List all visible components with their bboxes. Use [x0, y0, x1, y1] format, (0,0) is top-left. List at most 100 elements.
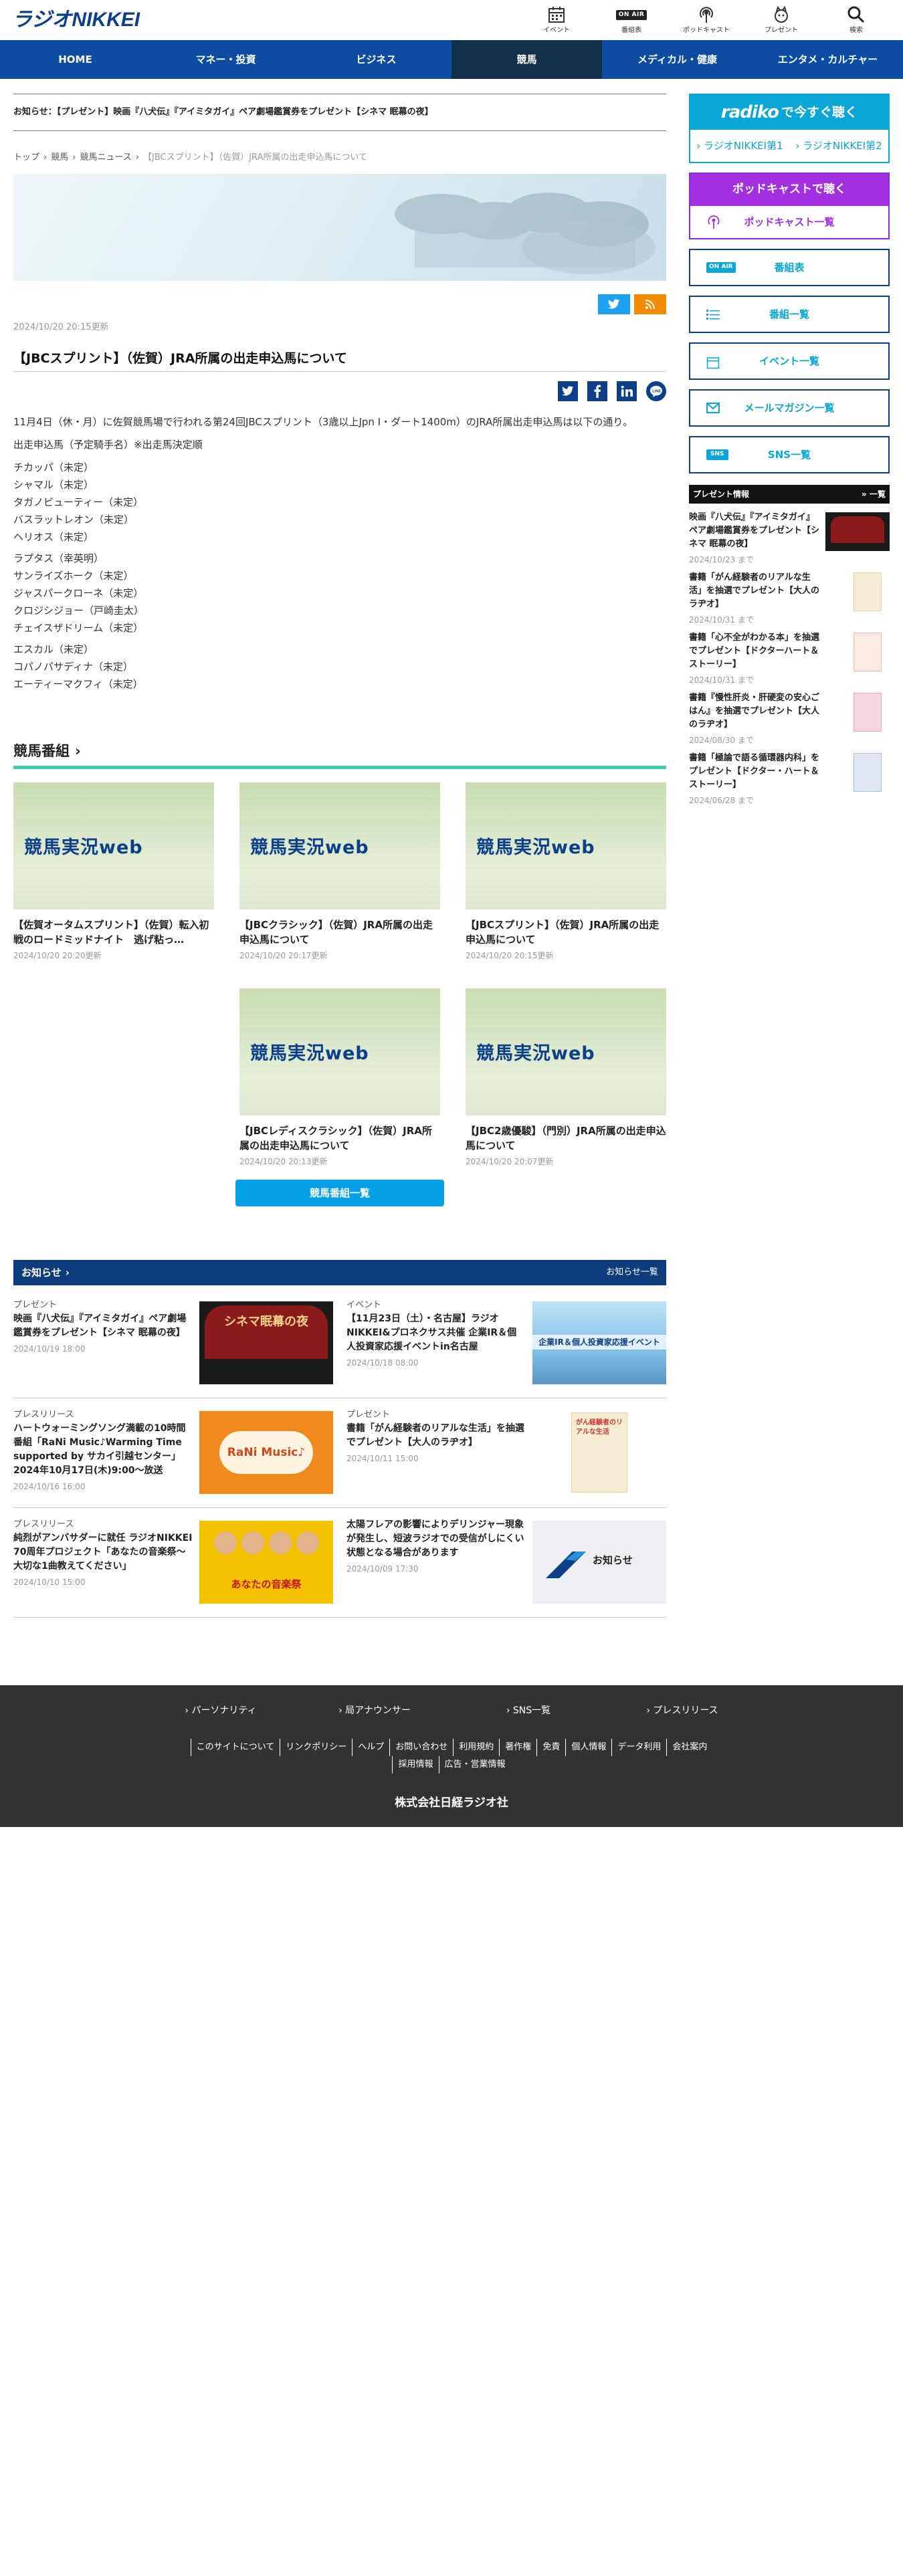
radiko-link-daiichi[interactable]: › ラジオNIKKEI第1: [696, 138, 783, 154]
gnav-money[interactable]: マネー・投資: [150, 40, 301, 79]
site-logo[interactable]: ラジオNIKKEI: [12, 5, 166, 32]
linkedin-share-button[interactable]: [617, 381, 637, 401]
footer-link-press[interactable]: › プレスリリース: [605, 1704, 759, 1718]
breadcrumb-keiba[interactable]: 競馬: [51, 151, 68, 165]
bangumi-list-button[interactable]: 競馬番組一覧: [235, 1180, 444, 1206]
gnav-home[interactable]: HOME: [0, 40, 150, 79]
chevron-right-icon: ›: [75, 743, 81, 759]
podcast-block: ポッドキャストで聴く ポッドキャスト一覧: [689, 173, 890, 239]
thumbnail-text: 企業IR＆個人投資家応援イベント: [532, 1335, 666, 1350]
present-item[interactable]: 書籍「がん経験者のリアルな生活」を抽選でプレゼント【大人のラヂオ】 2024/1…: [689, 571, 890, 631]
header-search-link[interactable]: 検索: [819, 2, 894, 38]
footer-link[interactable]: 個人情報: [565, 1739, 611, 1756]
present-all-link[interactable]: » 一覧: [862, 488, 886, 500]
bangumi-card-title: 【JBC2歳優駿】（門別）JRA所属の出走申込馬について: [466, 1125, 666, 1152]
line-share-button[interactable]: LINE: [646, 381, 666, 401]
radiko-link-daini[interactable]: › ラジオNIKKEI第2: [795, 138, 882, 154]
radiko-header[interactable]: radiko で今すぐ聴く: [690, 95, 888, 130]
footer-link-sns[interactable]: › SNS一覧: [452, 1704, 605, 1718]
rss-button[interactable]: [634, 294, 666, 314]
present-title: 書籍「極論で語る循環器内科」をプレゼント【ドクター・ハート＆ストーリー】: [689, 753, 820, 790]
footer-link[interactable]: 採用情報: [392, 1756, 438, 1774]
footer-link[interactable]: 利用規約: [453, 1739, 499, 1756]
breadcrumb-top[interactable]: トップ: [13, 151, 39, 165]
radiko-link-label: ラジオNIKKEI第1: [704, 139, 783, 152]
twitter-share-button[interactable]: [558, 381, 578, 401]
main-content: お知らせ：【プレゼント】映画『八犬伝』『アイミタガイ』ペア劇場鑑賞券をプレゼント…: [13, 94, 666, 1618]
footer-link[interactable]: 広告・営業情報: [438, 1756, 511, 1774]
gnav-keiba[interactable]: 競馬: [452, 40, 602, 79]
radiko-logo: radiko: [720, 102, 779, 122]
podcast-header: ポッドキャストで聴く: [690, 174, 888, 206]
present-item[interactable]: 書籍『慢性肝炎・肝硬変の安心ごはん』を抽選でプレゼント【大人のラヂオ】 2024…: [689, 691, 890, 752]
oshirase-item[interactable]: 太陽フレアの影響によりデリンジャー現象が発生し、短波ラジオでの受信がしにくい状態…: [346, 1518, 666, 1618]
oshirase-item[interactable]: プレゼント 書籍「がん経験者のリアルな生活」を抽選でプレゼント【大人のラヂオ】 …: [346, 1408, 666, 1509]
facebook-share-button[interactable]: [587, 381, 607, 401]
footer-link[interactable]: このサイトについて: [190, 1739, 280, 1756]
sidebar-bangumi-list-button[interactable]: 番組一覧: [689, 296, 890, 333]
present-item[interactable]: 映画『八犬伝』『アイミタガイ』ペア劇場鑑賞券をプレゼント【シネマ 眠幕の夜】 2…: [689, 511, 890, 571]
sidebar-event-list-button[interactable]: イベント一覧: [689, 342, 890, 380]
oshirase-title: 純烈がアンバサダーに就任 ラジオNIKKEI 70周年プロジェクト「あなたの音楽…: [13, 1532, 193, 1572]
oshirase-all-link[interactable]: お知らせ一覧: [606, 1266, 658, 1279]
oshirase-item[interactable]: プレゼント 映画『八犬伝』『アイミタガイ』ペア劇場鑑賞券をプレゼント【シネマ 眠…: [13, 1299, 333, 1399]
podcast-list-link[interactable]: ポッドキャスト一覧: [690, 206, 888, 238]
footer-link-announcer[interactable]: › 局アナウンサー: [298, 1704, 452, 1718]
horse-entry: シャマル（未定）: [13, 479, 94, 491]
chevron-right-icon: ›: [43, 152, 47, 163]
horse-entry: エスカル（未定）: [13, 643, 94, 655]
bangumi-card[interactable]: 競馬実況web 【JBCクラシック】（佐賀）JRA所属の出走申込馬について 20…: [239, 782, 440, 962]
thumbnail-label: 競馬実況web: [476, 837, 595, 858]
bangumi-thumbnail: 競馬実況web: [466, 988, 666, 1115]
footer-link[interactable]: データ利用: [611, 1739, 666, 1756]
gnav-entertainment[interactable]: エンタメ・カルチャー: [752, 40, 903, 79]
oshirase-item[interactable]: プレスリリース 純烈がアンバサダーに就任 ラジオNIKKEI 70周年プロジェク…: [13, 1518, 333, 1618]
bangumi-card[interactable]: 競馬実況web 【JBCスプリント】（佐賀）JRA所属の出走申込馬について 20…: [466, 782, 666, 962]
line-icon: LINE: [650, 385, 662, 397]
footer-link[interactable]: お問い合わせ: [389, 1739, 453, 1756]
bangumi-heading[interactable]: 競馬番組 ›: [13, 741, 666, 762]
sidebar-sns-list-button[interactable]: SNS SNS一覧: [689, 436, 890, 473]
present-all-label: 一覧: [869, 490, 886, 499]
header-podcast-link[interactable]: ポッドキャスト: [669, 2, 744, 38]
gnav-business[interactable]: ビジネス: [301, 40, 452, 79]
present-item[interactable]: 書籍「心不全がわかる本」を抽選でプレゼント【ドクターハート＆ストーリー】 202…: [689, 631, 890, 691]
footer-link[interactable]: 免責: [536, 1739, 565, 1756]
oshirase-date: 2024/10/11 15:00: [346, 1453, 419, 1463]
present-item[interactable]: 書籍「極論で語る循環器内科」をプレゼント【ドクター・ハート＆ストーリー】 202…: [689, 752, 890, 812]
footer-link[interactable]: 会社案内: [666, 1739, 712, 1756]
notice-text[interactable]: お知らせ：【プレゼント】映画『八犬伝』『アイミタガイ』ペア劇場鑑賞券をプレゼント…: [13, 106, 433, 119]
twitter-share-button[interactable]: [598, 294, 630, 314]
sns-icon: SNS: [706, 449, 728, 460]
chevron-right-icon: ›: [65, 1266, 70, 1279]
breadcrumb-news[interactable]: 競馬ニュース: [80, 151, 131, 165]
sidebar-mailmagazine-button[interactable]: メールマガジン一覧: [689, 389, 890, 427]
horse-group: ラプタス（幸英明） サンライズホーク（未定） ジャスパークローネ（未定） クロジ…: [13, 550, 666, 637]
article-body: 11月4日（休・月）に佐賀競馬場で行われる第24回JBCスプリント（3歳以上Jp…: [13, 413, 666, 697]
oshirase-item[interactable]: プレスリリース ハートウォーミングソング満載の10時間番組「RaNi Music…: [13, 1408, 333, 1509]
gnav-medical[interactable]: メディカル・健康: [602, 40, 752, 79]
footer-link[interactable]: 著作権: [499, 1739, 536, 1756]
horse-entry: エーティーマクフィ（未定）: [13, 678, 143, 690]
mini-share: [598, 294, 666, 314]
bangumi-section-header: 競馬番組 ›: [13, 741, 666, 769]
oshirase-title: 映画『八犬伝』『アイミタガイ』ペア劇場鑑賞券をプレゼント【シネマ 眠幕の夜】: [13, 1313, 187, 1338]
footer-link[interactable]: ヘルプ: [352, 1739, 389, 1756]
oshirase-heading[interactable]: お知らせ ›: [21, 1265, 70, 1281]
oshirase-text: プレゼント 書籍「がん経験者のリアルな生活」を抽選でプレゼント【大人のラヂオ】 …: [346, 1408, 526, 1465]
article-date: 2024/10/20 20:15更新: [13, 322, 109, 332]
podcast-list-label: ポッドキャスト一覧: [744, 215, 835, 228]
sidebar-bangumihyo-button[interactable]: ON AIR 番組表: [689, 249, 890, 286]
bangumi-card[interactable]: 競馬実況web 【佐賀オータムスプリント】（佐賀）転入初戦のロードミッドナイト …: [13, 782, 214, 962]
header-present-link[interactable]: プレゼント: [744, 2, 819, 38]
bangumi-card[interactable]: 競馬実況web 【JBC2歳優駿】（門別）JRA所属の出走申込馬について 202…: [466, 988, 666, 1168]
header-event-link[interactable]: イベント: [519, 2, 594, 38]
bangumi-thumbnail: 競馬実況web: [466, 782, 666, 909]
oshirase-item[interactable]: イベント 【11月23日（土）・名古屋】ラジオNIKKEI&プロネクサス共催 企…: [346, 1299, 666, 1399]
footer-link[interactable]: リンクポリシー: [280, 1739, 352, 1756]
thumbnail-text: RaNi Music♪: [219, 1431, 313, 1474]
footer-link-personality[interactable]: › パーソナリティ: [144, 1704, 298, 1718]
bangumi-card[interactable]: 競馬実況web 【JBCレディスクラシック】（佐賀）JRA所属の出走申込馬につい…: [239, 988, 440, 1168]
group-photo: [211, 1525, 321, 1565]
header-onair-link[interactable]: ON AIR 番組表: [594, 2, 669, 38]
